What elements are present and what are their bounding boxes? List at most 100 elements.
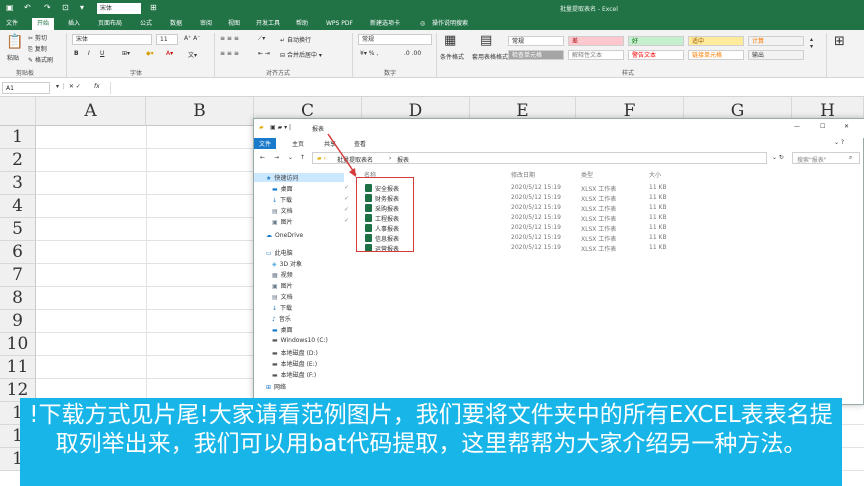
nav-item[interactable]: ▭ 此电脑 [266, 248, 293, 257]
tell-me-search[interactable]: 操作说明搜索 [432, 19, 468, 28]
file-row[interactable]: 信息报表 2020/5/12 15:19 XLSX 工作表 11 KB [359, 233, 864, 243]
font-name-select[interactable]: 宋体 [72, 34, 152, 45]
merge-center-button[interactable]: ⊟ 合并后居中 ▾ [280, 50, 322, 59]
indent-icon[interactable]: ⇤ ⇥ [258, 50, 270, 57]
close-button[interactable]: ✕ [844, 123, 849, 130]
file-row[interactable]: 运营报表 2020/5/12 15:19 XLSX 工作表 11 KB [359, 243, 864, 253]
paste-button[interactable]: 粘贴 [7, 53, 19, 62]
tab-home[interactable]: 开始 [32, 18, 55, 30]
minimize-button[interactable]: — [794, 123, 800, 130]
tab-data[interactable]: 数据 [170, 19, 182, 28]
cell-style-item[interactable]: 解释性文本 [568, 50, 624, 60]
row-header[interactable]: 2 [0, 149, 36, 172]
nav-item[interactable]: ▬ Windows10 (C:) [272, 337, 328, 344]
cell-style-item[interactable]: 警告文本 [628, 50, 684, 60]
tab-formulas[interactable]: 公式 [140, 19, 152, 28]
breadcrumb-current[interactable]: 报表 [397, 155, 409, 164]
search-box[interactable]: 搜索"报表" ⌕ [792, 152, 860, 164]
gallery-scroll-icon[interactable]: ▴ ▾ [810, 36, 813, 50]
back-icon[interactable]: ← [260, 154, 265, 161]
row-header[interactable]: 3 [0, 172, 36, 195]
grow-font-icon[interactable]: A⁺ A⁻ [184, 35, 200, 42]
up-icon[interactable]: ↑ [300, 154, 305, 161]
italic-button[interactable]: I [88, 50, 90, 57]
refresh-icon[interactable]: ⌄ ↻ [772, 154, 784, 161]
nav-item[interactable]: ▦ 视频 [272, 270, 293, 279]
file-row[interactable]: 工程报表 2020/5/12 15:19 XLSX 工作表 11 KB [359, 213, 864, 223]
tab-page-layout[interactable]: 页面布局 [98, 19, 122, 28]
breadcrumb-parent[interactable]: 批量提取表名 [337, 155, 373, 164]
maximize-button[interactable]: ☐ [820, 123, 825, 130]
tab-review[interactable]: 审阅 [200, 19, 212, 28]
nav-item[interactable]: ◈ 3D 对象 [272, 259, 302, 268]
explorer-tab-share[interactable]: 共享 [324, 139, 336, 148]
file-row[interactable]: 财务报表 2020/5/12 15:19 XLSX 工作表 11 KB [359, 193, 864, 203]
header-size[interactable]: 大小 [649, 170, 661, 179]
paste-icon[interactable]: 📋 [6, 34, 23, 50]
column-header-a[interactable]: A [36, 97, 146, 126]
cut-button[interactable]: ✂ 剪切 [28, 33, 47, 42]
tell-me-search-icon[interactable]: ◎ [420, 19, 425, 28]
insert-cells-icon[interactable]: ⊞ [834, 34, 845, 49]
format-table-icon[interactable]: ▤ [480, 33, 492, 48]
nav-item[interactable]: ▣ 图片 [272, 281, 293, 290]
nav-item[interactable]: ★ 快速访问 [254, 173, 344, 182]
nav-item[interactable]: ↓ 下载 ✓ [272, 195, 349, 204]
row-header[interactable]: 7 [0, 264, 36, 287]
align-left-icon[interactable]: ≡ ≡ ≡ [220, 50, 239, 57]
nav-item[interactable]: ♪ 音乐 [272, 314, 291, 323]
cell-style-item[interactable]: 好 [628, 36, 684, 46]
name-box-dropdown-icon[interactable]: ▾ ⋮ ✕ ✓ [56, 83, 81, 90]
select-all-corner[interactable] [0, 97, 36, 126]
recent-icon[interactable]: ⌄ [288, 154, 293, 161]
grid-icon[interactable]: ⊞ [150, 3, 157, 12]
nav-item[interactable]: ▬ 本地磁盘 (E:) [272, 359, 317, 368]
nav-item[interactable]: ▬ 本地磁盘 (D:) [272, 348, 318, 357]
tab-file[interactable]: 文件 [6, 19, 18, 28]
nav-item[interactable]: ↓ 下载 [272, 303, 292, 312]
row-header[interactable]: 11 [0, 356, 36, 379]
currency-icon[interactable]: ¥▾ % , [360, 50, 378, 57]
insert-function-button[interactable]: fx [94, 83, 100, 90]
tab-new[interactable]: 新建选项卡 [370, 19, 400, 28]
expand-ribbon-icon[interactable]: ⌄ ? [834, 139, 844, 146]
nav-item[interactable]: ▬ 本地磁盘 (F:) [272, 370, 316, 379]
underline-button[interactable]: U [100, 50, 104, 57]
conditional-format-icon[interactable]: ▦ [444, 33, 456, 48]
touch-mode-icon[interactable]: ⊡ [62, 3, 69, 12]
formula-input[interactable] [110, 82, 860, 94]
column-header-b[interactable]: B [146, 97, 254, 126]
row-header[interactable]: 5 [0, 218, 36, 241]
qa-properties-icon[interactable]: ▣ ▰ ▾ | [270, 124, 291, 131]
font-size-select[interactable]: 11 [156, 34, 178, 45]
tab-wps-pdf[interactable]: WPS PDF [326, 19, 353, 28]
tab-insert[interactable]: 插入 [68, 19, 80, 28]
forward-icon[interactable]: → [274, 154, 279, 161]
header-type[interactable]: 类型 [581, 170, 593, 179]
tab-view[interactable]: 视图 [228, 19, 240, 28]
cell-style-item[interactable]: 链接单元格 [688, 50, 744, 60]
undo-icon[interactable]: ↶ [24, 3, 31, 12]
fill-color-icon[interactable]: ◆▾ [146, 50, 154, 57]
quick-font-box[interactable]: 宋体 [97, 3, 141, 14]
cell-style-item[interactable]: 常规 [508, 36, 564, 46]
file-row[interactable]: 人事报表 2020/5/12 15:19 XLSX 工作表 11 KB [359, 223, 864, 233]
border-icon[interactable]: ⊞▾ [122, 50, 130, 57]
explorer-tab-home[interactable]: 主页 [292, 139, 304, 148]
cell-style-item[interactable]: 计算 [748, 36, 804, 46]
orientation-icon[interactable]: ⟋▾ [258, 35, 265, 43]
name-box[interactable]: A1 [2, 82, 50, 94]
copy-button[interactable]: ⎘ 复制 [28, 44, 47, 54]
conditional-format-button[interactable]: 条件格式 [440, 52, 464, 61]
nav-item[interactable]: ⊞ 网络 [266, 382, 286, 391]
format-table-button[interactable]: 套用表格格式 [472, 52, 508, 61]
row-header[interactable]: 1 [0, 126, 36, 149]
wrap-text-button[interactable]: ↵ 自动换行 [280, 35, 311, 44]
decimal-icon[interactable]: .0 .00 [404, 50, 421, 57]
explorer-tab-file[interactable]: 文件 [254, 138, 277, 149]
explorer-tab-view[interactable]: 查看 [354, 139, 366, 148]
file-row[interactable]: 采购报表 2020/5/12 15:19 XLSX 工作表 11 KB [359, 203, 864, 213]
save-icon[interactable]: ▣ [6, 3, 14, 12]
bold-button[interactable]: B [74, 50, 79, 57]
tab-developer[interactable]: 开发工具 [256, 19, 280, 28]
